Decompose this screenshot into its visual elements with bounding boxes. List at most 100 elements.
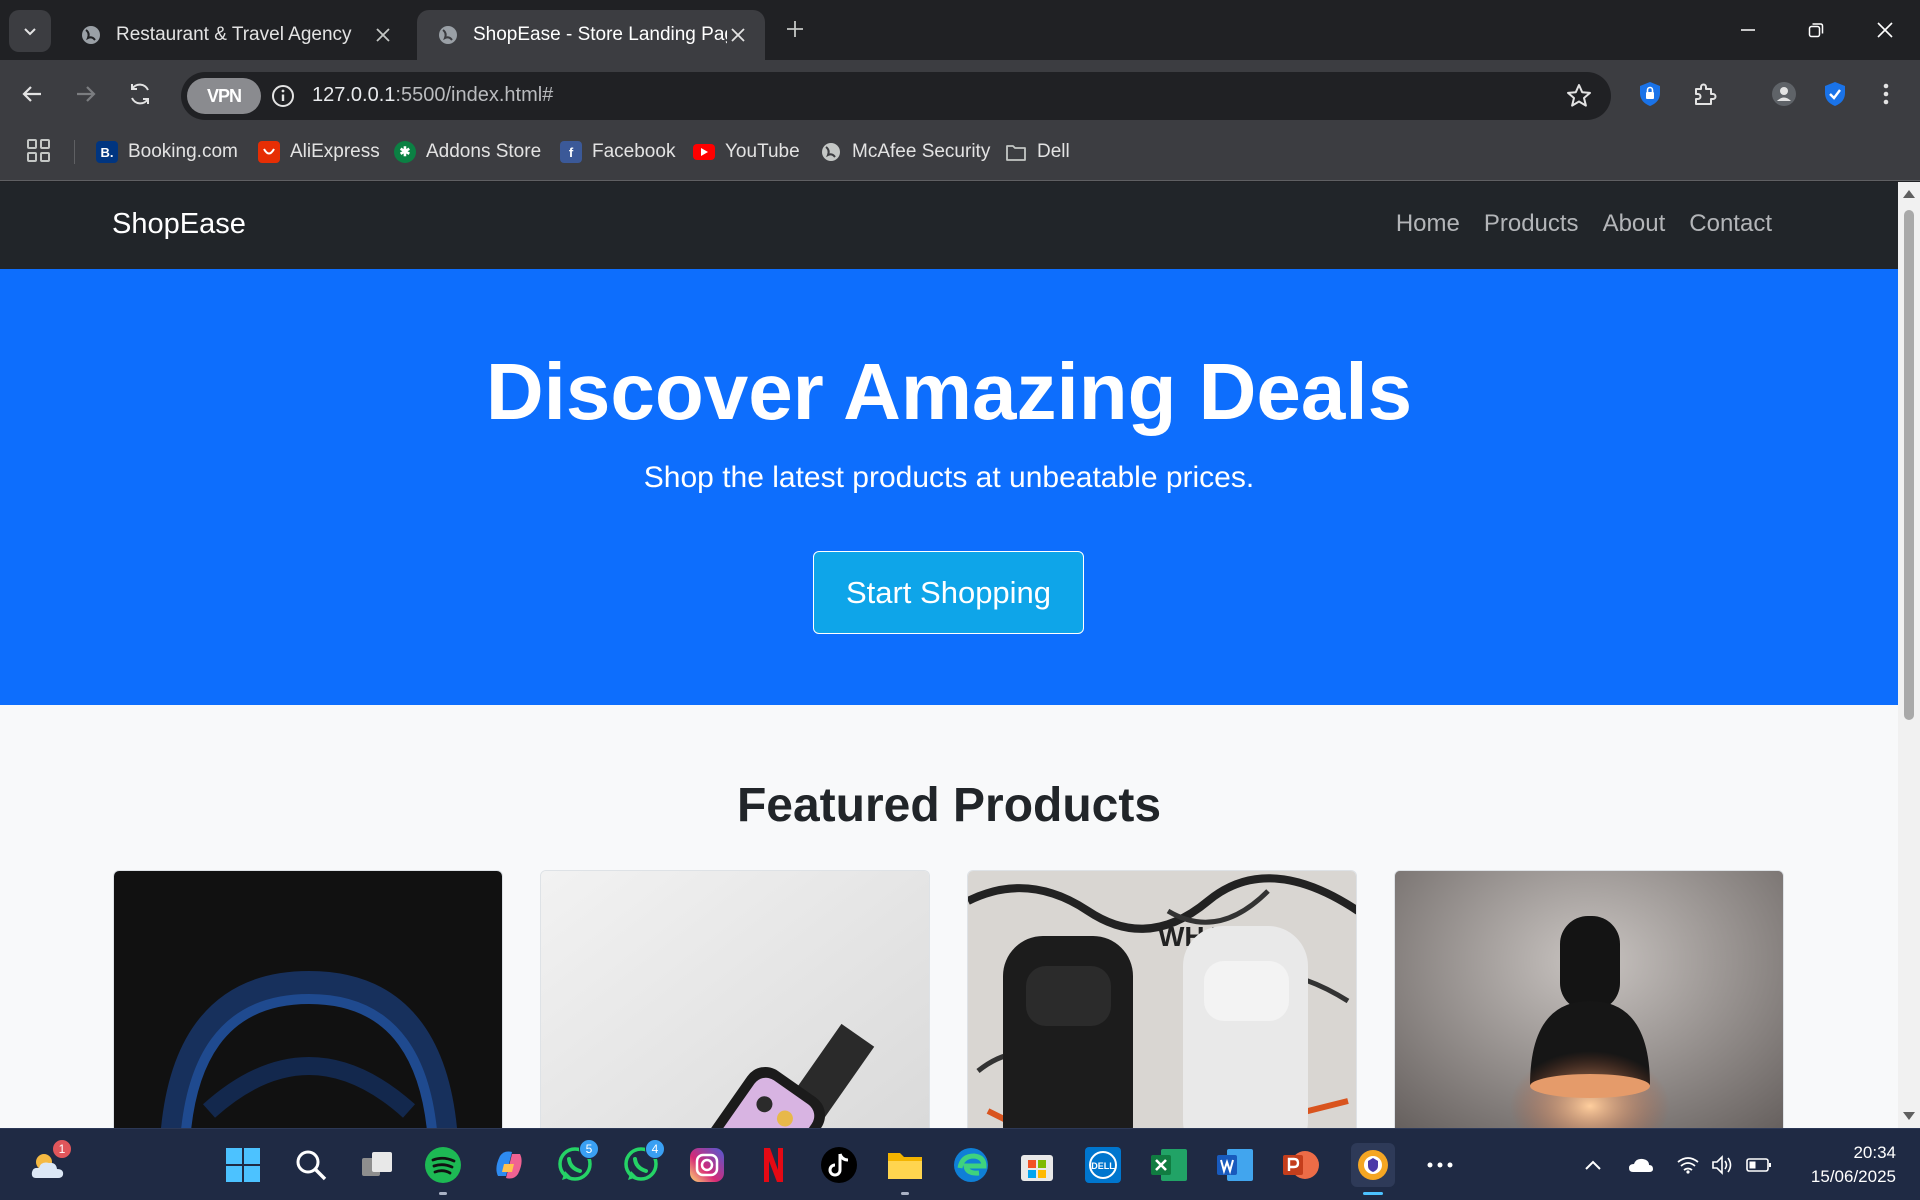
dell-app[interactable]: DELL xyxy=(1081,1143,1125,1187)
tab-restaurant[interactable]: Restaurant & Travel Agency xyxy=(60,10,410,60)
whatsapp-business-app[interactable]: 4 xyxy=(619,1139,665,1187)
addons-icon: ✱ xyxy=(394,141,416,163)
nav-links: Home Products About Contact xyxy=(1396,210,1772,238)
reload-button[interactable] xyxy=(120,74,160,114)
close-icon[interactable] xyxy=(372,24,394,46)
browser-app[interactable] xyxy=(1351,1143,1395,1195)
onedrive-tray[interactable] xyxy=(1627,1151,1655,1179)
volume-tray[interactable] xyxy=(1710,1151,1738,1179)
product-card[interactable]: WHAT xyxy=(967,870,1357,1128)
start-shopping-button[interactable]: Start Shopping xyxy=(813,551,1084,634)
taskbar-clock[interactable]: 20:34 15/06/2025 xyxy=(1811,1141,1896,1189)
nav-home[interactable]: Home xyxy=(1396,210,1460,238)
svg-text:DELL: DELL xyxy=(1091,1161,1115,1171)
bookmark-facebook[interactable]: f Facebook xyxy=(560,136,675,168)
site-navbar: ShopEase Home Products About Contact xyxy=(0,182,1898,269)
browser-toolbar: VPN 127.0.0.1:5500/index.html# xyxy=(0,60,1920,128)
restore-button[interactable] xyxy=(1796,12,1836,48)
instagram-app[interactable] xyxy=(685,1143,729,1187)
copilot-app[interactable] xyxy=(487,1143,531,1187)
running-indicator xyxy=(1363,1192,1383,1195)
bookmark-aliexpress[interactable]: AliExpress xyxy=(258,136,380,168)
microsoft-store-app[interactable] xyxy=(1015,1143,1059,1187)
word-icon xyxy=(1217,1149,1253,1181)
mcafee-extension-button[interactable] xyxy=(1815,74,1855,114)
netflix-app[interactable] xyxy=(751,1143,795,1187)
clock-time: 20:34 xyxy=(1853,1143,1896,1162)
product-card[interactable] xyxy=(1394,870,1784,1128)
page-scrollbar[interactable] xyxy=(1898,182,1920,1128)
word-app[interactable] xyxy=(1213,1143,1257,1187)
clock-date: 15/06/2025 xyxy=(1810,1167,1896,1186)
address-bar[interactable]: VPN 127.0.0.1:5500/index.html# xyxy=(181,72,1611,120)
product-card[interactable] xyxy=(113,870,503,1128)
vpn-label: VPN xyxy=(206,85,242,106)
more-apps-button[interactable] xyxy=(1418,1143,1462,1187)
profile-button[interactable] xyxy=(1764,74,1804,114)
globe-icon xyxy=(820,141,842,163)
url-path: :5500/index.html# xyxy=(395,84,554,106)
wifi-tray[interactable] xyxy=(1674,1151,1702,1179)
search-button[interactable] xyxy=(289,1143,333,1187)
tiktok-app[interactable] xyxy=(817,1143,861,1187)
vpn-button[interactable]: VPN xyxy=(187,78,261,114)
bookmark-addons-store[interactable]: ✱ Addons Store xyxy=(394,136,541,168)
task-view-button[interactable] xyxy=(355,1143,399,1187)
divider xyxy=(74,140,75,164)
product-card[interactable] xyxy=(540,870,930,1128)
weather-widget[interactable]: 1 xyxy=(26,1139,72,1187)
bookmark-booking[interactable]: B. Booking.com xyxy=(96,136,238,168)
edge-app[interactable] xyxy=(949,1143,993,1187)
copilot-icon xyxy=(496,1151,522,1179)
minimize-button[interactable] xyxy=(1728,12,1768,48)
scroll-up-icon[interactable] xyxy=(1903,188,1915,198)
bookmark-folder-dell[interactable]: Dell xyxy=(1005,136,1070,168)
scroll-down-icon[interactable] xyxy=(1903,1112,1915,1122)
youtube-icon xyxy=(693,144,715,160)
whatsapp-app[interactable]: 5 xyxy=(553,1139,599,1187)
bookmark-label: Booking.com xyxy=(128,141,238,162)
forward-button[interactable] xyxy=(66,74,106,114)
puzzle-icon xyxy=(1695,83,1717,105)
show-hidden-icons-button[interactable] xyxy=(1579,1151,1607,1179)
bookmark-label: YouTube xyxy=(725,141,800,162)
start-button[interactable] xyxy=(221,1143,265,1187)
shield-check-icon xyxy=(1825,82,1845,106)
tab-search-button[interactable] xyxy=(9,10,51,52)
menu-button[interactable] xyxy=(1866,74,1906,114)
bookmark-star-button[interactable] xyxy=(1565,82,1593,110)
task-view-icon xyxy=(362,1152,392,1176)
edge-icon xyxy=(954,1148,988,1182)
product-image-backpacks: WHAT xyxy=(968,871,1356,1128)
nav-about[interactable]: About xyxy=(1603,210,1666,238)
nav-contact[interactable]: Contact xyxy=(1689,210,1772,238)
apps-grid-icon[interactable] xyxy=(26,138,52,164)
tab-strip: Restaurant & Travel Agency ShopEase - St… xyxy=(0,0,1920,60)
site-info-button[interactable] xyxy=(269,82,297,110)
notification-badge: 4 xyxy=(645,1139,665,1159)
excel-app[interactable] xyxy=(1147,1143,1191,1187)
spotify-icon xyxy=(425,1147,461,1183)
notification-badge: 1 xyxy=(52,1139,72,1159)
file-explorer-app[interactable] xyxy=(883,1143,927,1195)
tab-shopease[interactable]: ShopEase - Store Landing Page xyxy=(417,10,765,60)
wifi-icon xyxy=(1677,1157,1699,1174)
volume-icon xyxy=(1712,1155,1732,1175)
close-icon[interactable] xyxy=(727,24,749,46)
bookmark-youtube[interactable]: YouTube xyxy=(693,136,800,168)
nav-products[interactable]: Products xyxy=(1484,210,1579,238)
brand-logo[interactable]: ShopEase xyxy=(112,208,246,241)
extensions-button[interactable] xyxy=(1685,74,1725,114)
spotify-app[interactable] xyxy=(421,1143,465,1195)
running-indicator xyxy=(901,1192,909,1195)
bookmark-mcafee[interactable]: McAfee Security xyxy=(820,136,990,168)
chevron-down-icon xyxy=(24,28,36,36)
windows-logo-icon xyxy=(226,1148,260,1182)
password-manager-button[interactable] xyxy=(1630,74,1670,114)
new-tab-button[interactable] xyxy=(780,14,810,44)
back-button[interactable] xyxy=(12,74,52,114)
battery-tray[interactable] xyxy=(1745,1151,1773,1179)
scroll-thumb[interactable] xyxy=(1904,210,1914,720)
powerpoint-app[interactable] xyxy=(1279,1143,1323,1187)
close-window-button[interactable] xyxy=(1865,12,1905,48)
